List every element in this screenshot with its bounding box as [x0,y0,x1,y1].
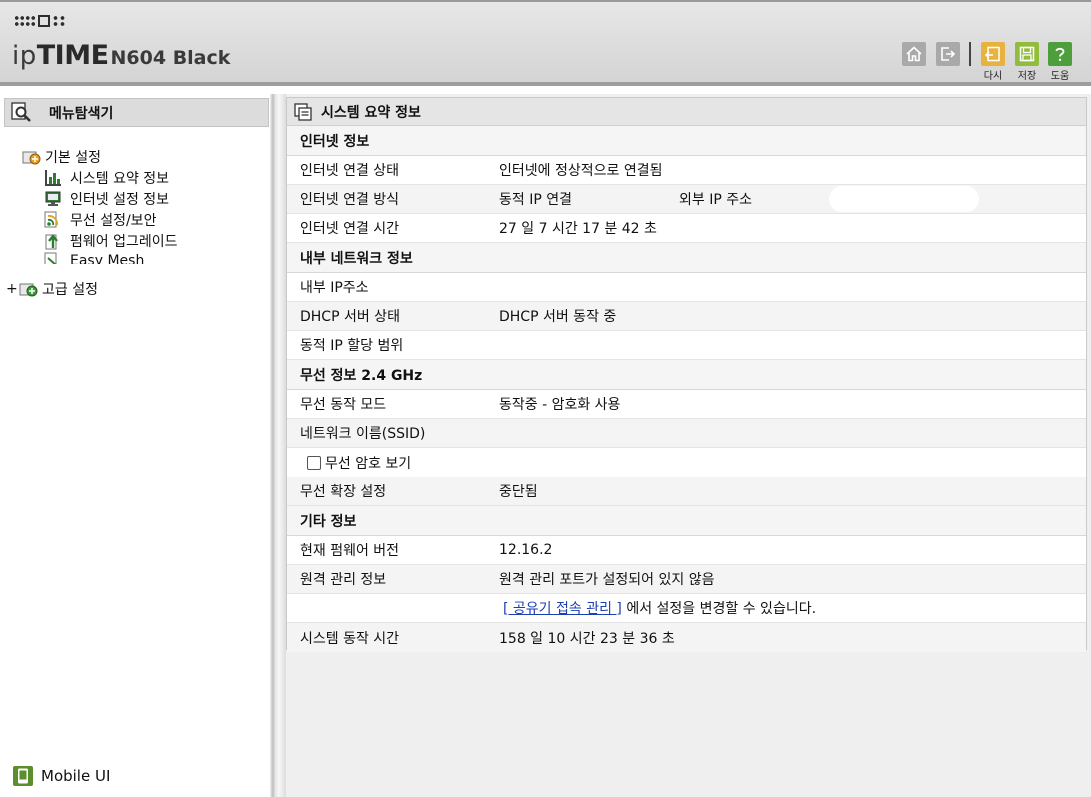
section-wireless-title: 무선 정보 2.4 GHz [287,360,1086,390]
wireless-mode-label: 무선 동작 모드 [300,397,387,413]
save-button[interactable] [1015,42,1039,66]
row-show-password: 무선 암호 보기 [287,448,1086,477]
row-wireless-mode: 무선 동작 모드 동작중 - 암호화 사용 [287,390,1086,419]
content-area: 시스템 요약 정보 인터넷 정보 인터넷 연결 상태 인터넷에 정상적으로 연결… [286,94,1091,797]
row-internet-method: 인터넷 연결 방식 동적 IP 연결 외부 IP 주소 [287,185,1086,214]
row-firmware: 현재 펌웨어 버전 12.16.2 [287,536,1086,565]
reapply-button[interactable] [981,42,1005,66]
firmware-value: 12.16.2 [499,542,553,558]
model-name: N604 Black [110,47,231,69]
pane-splitter[interactable] [270,94,286,797]
panel-title: 시스템 요약 정보 [321,104,421,121]
extender-value: 중단됨 [499,484,538,500]
router-access-management-link[interactable]: [ 공유기 접속 관리 ] [503,601,622,617]
nav-item-label: Easy Mesh [70,253,145,264]
mobile-ui-link[interactable]: Mobile UI [12,765,110,787]
extender-label: 무선 확장 설정 [300,484,387,500]
nav-item-label: 인터넷 설정 정보 [70,192,170,208]
internet-method-value: 동적 IP 연결 [499,192,572,208]
dhcp-status-value: DHCP 서버 동작 중 [499,309,617,325]
tree-group-label: 고급 설정 [42,282,98,298]
internet-status-label: 인터넷 연결 상태 [300,163,400,179]
menu-explorer: 메뉴탐색기 기본 설정 시스템 요약 정보 인터넷 설정 정보 무선 설정/보안… [0,94,270,797]
bar-chart-icon [45,170,61,186]
wireless-mode-value: 동작중 - 암호화 사용 [499,397,621,413]
row-dhcp-status: DHCP 서버 상태 DHCP 서버 동작 중 [287,302,1086,331]
home-button[interactable] [902,42,926,66]
logout-icon [941,47,956,61]
save-label: 저장 [1017,71,1037,82]
dhcp-status-label: DHCP 서버 상태 [300,309,400,325]
internet-status-value: 인터넷에 정상적으로 연결됨 [499,163,663,179]
system-uptime-value: 158 일 10 시간 23 분 36 초 [499,630,675,647]
nav-item-easy-mesh[interactable]: Easy Mesh [44,252,144,264]
external-ip-redacted [829,186,979,212]
remote-hint: [ 공유기 접속 관리 ] 에서 설정을 변경할 수 있습니다. [499,598,816,618]
tree-group-advanced-settings[interactable]: + 고급 설정 [6,279,98,299]
expand-plus-icon[interactable]: + [6,281,18,297]
question-mark-icon [1055,47,1065,61]
external-ip-label: 외부 IP 주소 [679,192,752,208]
row-internet-uptime: 인터넷 연결 시간 27 일 7 시간 17 분 42 초 [287,214,1086,243]
internet-method-label: 인터넷 연결 방식 [300,192,400,208]
section-lan-title: 내부 네트워크 정보 [287,243,1086,273]
remote-value: 원격 관리 포트가 설정되어 있지 않음 [499,572,715,588]
monitor-icon [45,191,61,206]
ssid-label: 네트워크 이름(SSID) [300,426,426,442]
brand-time: TIME [36,40,109,71]
internet-uptime-label: 인터넷 연결 시간 [300,221,400,237]
show-password-checkbox[interactable] [307,455,321,470]
section-other-title: 기타 정보 [287,506,1086,536]
top-header: ip TIME N604 Black 다시 저장 도움 [0,0,1091,86]
internet-uptime-value: 27 일 7 시간 17 분 42 초 [499,221,657,237]
help-button[interactable] [1048,42,1072,66]
home-icon [906,46,922,62]
row-remote-hint: [ 공유기 접속 관리 ] 에서 설정을 변경할 수 있습니다. [287,594,1086,623]
row-internet-status: 인터넷 연결 상태 인터넷에 정상적으로 연결됨 [287,156,1086,185]
remote-hint-text: 에서 설정을 변경할 수 있습니다. [621,601,817,617]
tree-group-label: 기본 설정 [45,150,101,166]
row-ssid: 네트워크 이름(SSID) [287,419,1086,448]
dhcp-range-label: 동적 IP 할당 범위 [300,338,404,354]
toolbar-divider [969,42,971,66]
row-dhcp-range: 동적 IP 할당 범위 [287,331,1086,360]
menu-explorer-title: 메뉴탐색기 [49,105,114,122]
nav-item-system-summary[interactable]: 시스템 요약 정보 [44,168,169,188]
tree-group-basic-settings[interactable]: 기본 설정 [22,147,101,167]
undo-icon [984,46,1000,62]
mobile-ui-label: Mobile UI [41,767,111,785]
help-label: 도움 [1050,71,1070,82]
mesh-icon [44,252,57,264]
window-icon [294,102,312,121]
logout-button[interactable] [936,42,960,66]
system-uptime-label: 시스템 동작 시간 [300,630,400,647]
system-summary-panel: 시스템 요약 정보 인터넷 정보 인터넷 연결 상태 인터넷에 정상적으로 연결… [286,97,1087,652]
nav-item-internet-settings[interactable]: 인터넷 설정 정보 [44,189,169,209]
mobile-phone-icon [13,766,33,786]
row-remote-management: 원격 관리 정보 원격 관리 포트가 설정되어 있지 않음 [287,565,1086,594]
reapply-label: 다시 [983,71,1003,82]
nav-item-label: 시스템 요약 정보 [70,171,170,187]
nav-item-easy-mesh-clip: Easy Mesh [44,248,244,264]
nav-item-label: 무선 설정/보안 [70,213,157,229]
row-system-uptime: 시스템 동작 시간 158 일 10 시간 23 분 36 초 [287,623,1086,652]
menu-explorer-header: 메뉴탐색기 [4,98,269,127]
row-extender: 무선 확장 설정 중단됨 [287,477,1086,506]
panel-header: 시스템 요약 정보 [287,98,1086,126]
show-password-label[interactable]: 무선 암호 보기 [325,453,411,473]
folder-settings-icon [22,151,41,165]
firmware-label: 현재 펌웨어 버전 [300,543,400,559]
remote-label: 원격 관리 정보 [300,572,387,588]
row-lan-ip: 내부 IP주소 [287,273,1086,302]
wifi-icon [44,211,58,228]
magnifier-icon [11,101,31,122]
nav-item-wireless-settings[interactable]: 무선 설정/보안 [44,210,156,230]
brand-ip: ip [12,41,37,71]
section-internet-title: 인터넷 정보 [287,126,1086,156]
brand-logo: ip TIME N604 Black [12,40,230,71]
folder-settings-icon [19,283,38,297]
lan-ip-label: 내부 IP주소 [300,280,369,296]
iptime-logo-mark [14,14,66,28]
floppy-disk-icon [1019,46,1035,62]
